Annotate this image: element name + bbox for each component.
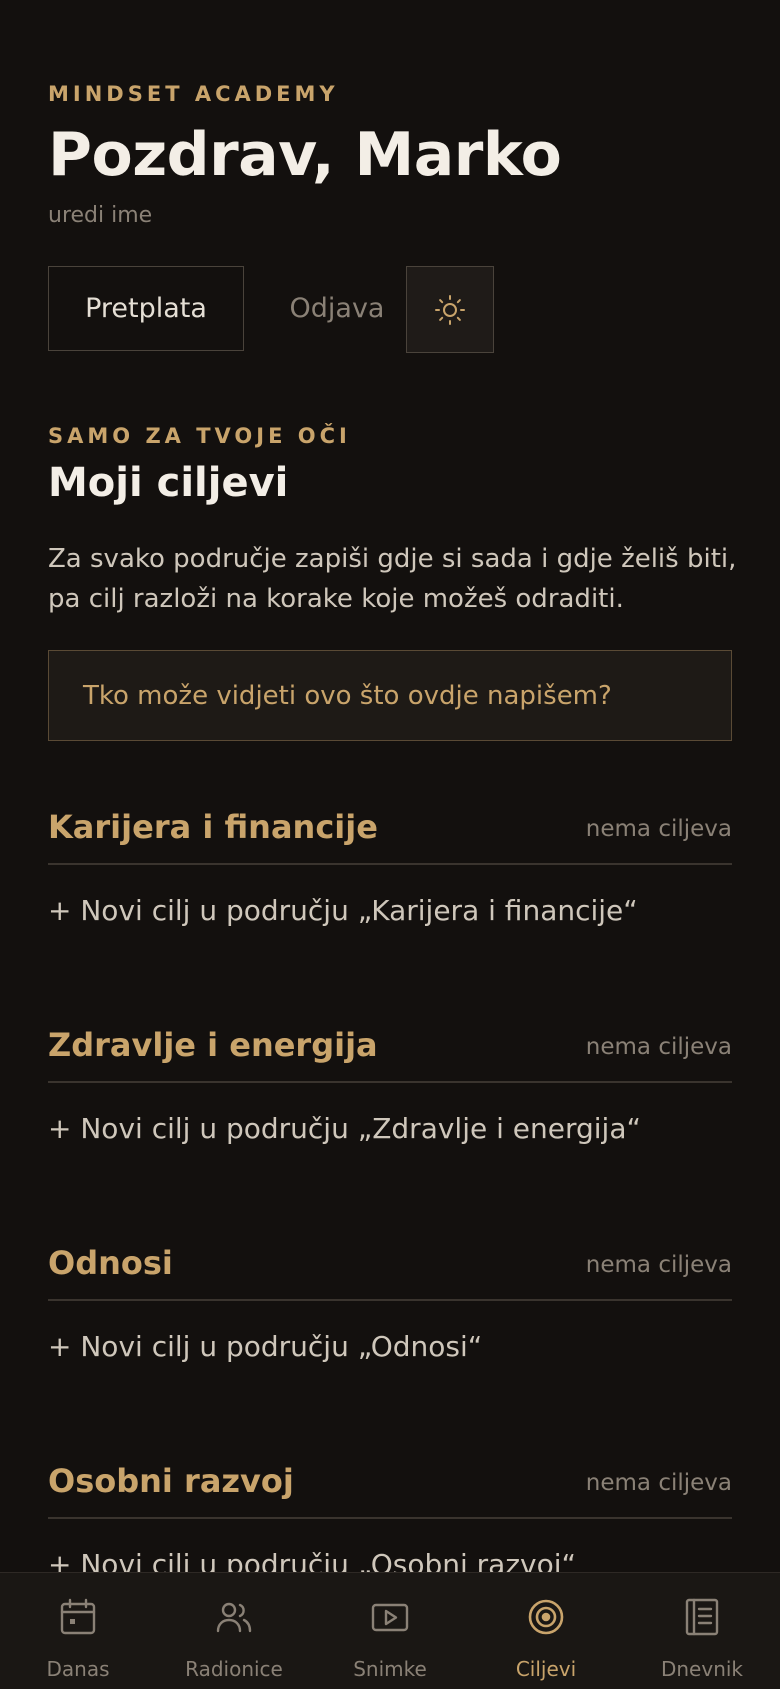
sun-icon bbox=[435, 294, 465, 325]
play-icon bbox=[371, 1603, 409, 1632]
add-goal-button[interactable]: + Novi cilj u području „Karijera i finan… bbox=[48, 894, 638, 927]
brand-label: MINDSET ACADEMY bbox=[48, 82, 339, 106]
tab-snimke[interactable]: Snimke bbox=[312, 1573, 468, 1689]
target-icon bbox=[528, 1599, 564, 1635]
tab-ciljevi[interactable]: Ciljevi bbox=[468, 1573, 624, 1689]
tab-danas[interactable]: Danas bbox=[0, 1573, 156, 1689]
tab-radionice[interactable]: Radionice bbox=[156, 1573, 312, 1689]
bottom-tab-bar: Danas Radionice Snimke Ciljevi Dnevnik bbox=[0, 1572, 780, 1689]
area-count: nema ciljeva bbox=[585, 816, 732, 842]
logout-button[interactable]: Odjava bbox=[277, 266, 397, 351]
subscription-button[interactable]: Pretplata bbox=[48, 266, 244, 351]
goals-intro: Za svako područje zapiši gdje si sada i … bbox=[48, 544, 737, 614]
account-actions: Pretplata Odjava bbox=[48, 266, 508, 353]
edit-name-link[interactable]: uredi ime bbox=[48, 203, 152, 228]
area-title: Karijera i financije bbox=[48, 808, 378, 846]
area-title: Osobni razvoj bbox=[48, 1462, 294, 1500]
divider bbox=[48, 1081, 732, 1083]
tab-label: Snimke bbox=[353, 1657, 427, 1681]
area-count: nema ciljeva bbox=[585, 1252, 732, 1278]
tab-label: Radionice bbox=[185, 1657, 283, 1681]
goals-eyebrow: SAMO ZA TVOJE OČI bbox=[48, 424, 351, 448]
tab-label: Danas bbox=[46, 1657, 110, 1681]
tab-label: Dnevnik bbox=[660, 1657, 744, 1681]
goals-title: Moji ciljevi bbox=[48, 460, 289, 506]
people-icon bbox=[216, 1602, 252, 1633]
add-goal-button[interactable]: + Novi cilj u području „Odnosi“ bbox=[48, 1330, 482, 1363]
journal-icon bbox=[685, 1598, 719, 1636]
area-title: Odnosi bbox=[48, 1244, 173, 1282]
divider bbox=[48, 1517, 732, 1519]
area-count: nema ciljeva bbox=[585, 1470, 732, 1496]
area-count: nema ciljeva bbox=[585, 1034, 732, 1060]
greeting-title: Pozdrav, Marko bbox=[48, 120, 562, 190]
tab-label: Ciljevi bbox=[515, 1657, 577, 1681]
divider bbox=[48, 1299, 732, 1301]
theme-toggle-button[interactable] bbox=[406, 266, 494, 353]
area-title: Zdravlje i energija bbox=[48, 1026, 378, 1064]
divider bbox=[48, 863, 732, 865]
calendar-icon bbox=[60, 1598, 96, 1635]
add-goal-button[interactable]: + Novi cilj u području „Zdravlje i energ… bbox=[48, 1112, 641, 1145]
privacy-question-button[interactable]: Tko može vidjeti ovo što ovdje napišem? bbox=[48, 650, 732, 741]
tab-dnevnik[interactable]: Dnevnik bbox=[624, 1573, 780, 1689]
